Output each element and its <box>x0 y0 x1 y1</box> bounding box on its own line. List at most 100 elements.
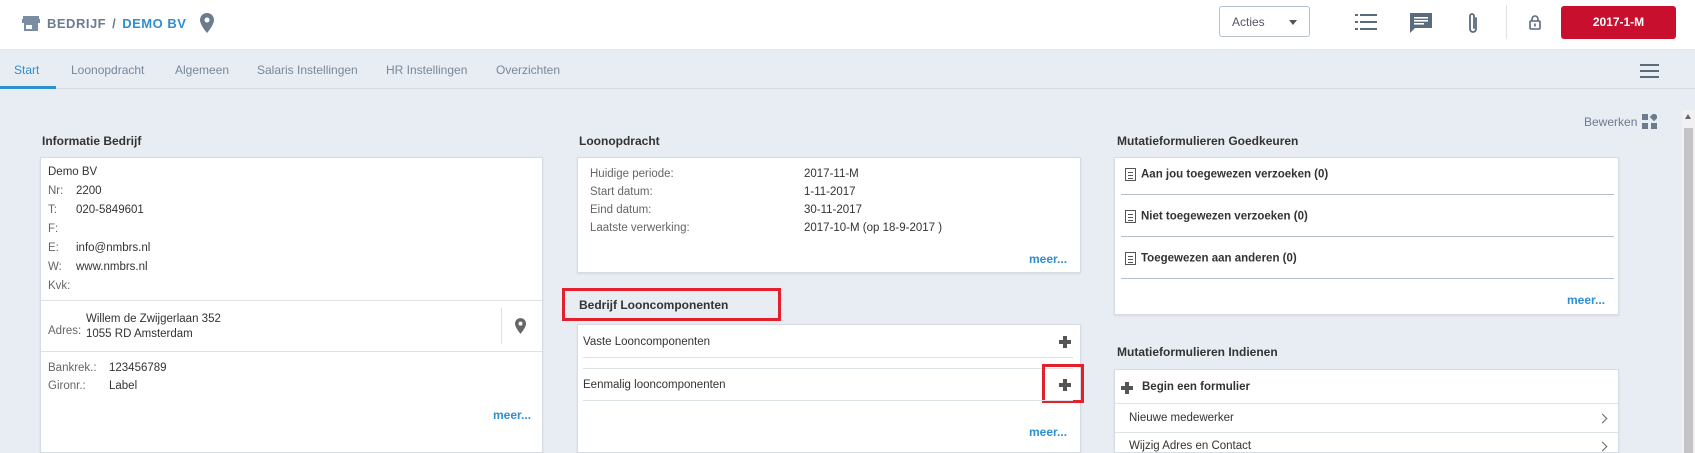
add-vaste-looncomponent-icon[interactable] <box>1059 336 1071 348</box>
tab-loonopdracht[interactable]: Loonopdracht <box>71 63 144 77</box>
dashboard: Bewerken Informatie Bedrijf Demo BV Nr: … <box>0 90 1695 453</box>
document-icon <box>1125 252 1136 265</box>
eind-datum-value: 30-11-2017 <box>804 204 862 216</box>
divider <box>1121 194 1614 195</box>
scroll-up-arrow-icon[interactable] <box>1685 114 1691 119</box>
tab-bar: Start Loonopdracht Algemeen Salaris Inst… <box>0 51 1695 89</box>
tab-salaris-instellingen[interactable]: Salaris Instellingen <box>257 63 358 77</box>
acties-label: Acties <box>1232 15 1265 29</box>
vaste-looncomponenten-label: Vaste Looncomponenten <box>583 336 711 348</box>
bedrijf-title: Informatie Bedrijf <box>42 134 142 148</box>
kvk-label: Kvk: <box>48 280 71 292</box>
adres-line2: 1055 RD Amsterdam <box>86 328 193 340</box>
loonopdracht-title: Loonopdracht <box>579 134 660 148</box>
goedkeuren-item-3[interactable]: Toegewezen aan anderen (0) <box>1125 252 1297 265</box>
giro-value: Label <box>109 380 138 392</box>
huidige-periode-value: 2017-11-M <box>804 168 859 180</box>
website-value[interactable]: www.nmbrs.nl <box>76 261 148 273</box>
divider <box>41 300 542 301</box>
location-pin-icon[interactable] <box>515 318 526 334</box>
bedrijf-meer-link[interactable]: meer... <box>493 408 531 422</box>
nieuwe-medewerker-link[interactable]: Nieuwe medewerker <box>1129 412 1234 424</box>
tab-hr-instellingen[interactable]: HR Instellingen <box>386 63 467 77</box>
laatste-verwerking-label: Laatste verwerking: <box>590 222 690 234</box>
fax-label: F: <box>48 223 59 235</box>
phone-label: T: <box>48 204 57 216</box>
website-label: W: <box>48 261 62 273</box>
eenmalig-looncomponenten-label: Eenmalig looncomponenten <box>583 379 726 391</box>
loonopdracht-card: Huidige periode: 2017-11-M Start datum: … <box>577 157 1081 273</box>
looncomponenten-card: Vaste Looncomponenten Eenmalig looncompo… <box>577 324 1084 453</box>
adres-line1: Willem de Zwijgerlaan 352 <box>86 313 221 325</box>
bank-value: 123456789 <box>109 362 167 374</box>
giro-label: Gironr.: <box>48 380 86 392</box>
start-datum-label: Start datum: <box>590 186 653 198</box>
wijzig-adres-link[interactable]: Wijzig Adres en Contact <box>1129 440 1251 452</box>
indienen-card: Begin een formulier Nieuwe medewerker Wi… <box>1114 369 1619 453</box>
indienen-title: Mutatieformulieren Indienen <box>1117 345 1278 359</box>
top-bar: BEDRIJF / DEMO BV Acties 2017-1-M <box>0 0 1695 50</box>
edit-dashboard-button[interactable]: Bewerken <box>1584 114 1658 129</box>
header-divider <box>1506 5 1507 39</box>
adres-label: Adres: <box>48 325 82 337</box>
email-value[interactable]: info@nmbrs.nl <box>76 242 150 254</box>
divider <box>583 368 1073 369</box>
chat-icon[interactable] <box>1410 13 1432 33</box>
document-icon <box>1125 210 1136 223</box>
bedrijf-card: Demo BV Nr: 2200 T: 020-5849601 F: E: in… <box>40 157 543 453</box>
email-label: E: <box>48 242 59 254</box>
divider <box>41 351 542 352</box>
add-eenmalig-looncomponent-icon[interactable] <box>1059 379 1071 391</box>
document-icon <box>1125 168 1136 181</box>
huidige-periode-label: Huidige periode: <box>590 168 674 180</box>
lock-icon[interactable] <box>1529 15 1541 30</box>
start-datum-value: 1-11-2017 <box>804 186 856 198</box>
goedkeuren-meer-link[interactable]: meer... <box>1567 293 1605 307</box>
tab-start[interactable]: Start <box>14 63 39 77</box>
bank-label: Bankrek.: <box>48 362 97 374</box>
looncomponenten-title: Bedrijf Looncomponenten <box>579 298 729 312</box>
goedkeuren-item-1[interactable]: Aan jou toegewezen verzoeken (0) <box>1125 168 1328 181</box>
breadcrumb-separator: / <box>112 15 117 31</box>
begin-formulier-link[interactable]: Begin een formulier <box>1142 381 1250 393</box>
active-tab-indicator <box>0 86 56 89</box>
chevron-down-icon <box>1289 20 1297 25</box>
looncomponenten-meer-link[interactable]: meer... <box>1029 425 1067 439</box>
list-icon[interactable] <box>1355 14 1377 30</box>
divider <box>1121 278 1614 279</box>
divider <box>1121 236 1614 237</box>
plus-icon <box>1121 382 1133 394</box>
goedkeuren-card: Aan jou toegewezen verzoeken (0) Niet to… <box>1114 157 1619 315</box>
goedkeuren-item-2[interactable]: Niet toegewezen verzoeken (0) <box>1125 210 1308 223</box>
loonopdracht-meer-link[interactable]: meer... <box>1029 252 1067 266</box>
divider <box>1115 432 1618 433</box>
divider <box>583 357 1073 358</box>
company-name: Demo BV <box>48 166 98 178</box>
widgets-icon <box>1642 114 1658 129</box>
nr-label: Nr: <box>48 185 64 197</box>
paperclip-icon[interactable] <box>1466 12 1480 36</box>
breadcrumb: BEDRIJF / DEMO BV <box>22 13 215 33</box>
goedkeuren-item-label: Niet toegewezen verzoeken (0) <box>1141 210 1308 223</box>
hamburger-menu-icon[interactable] <box>1640 64 1659 82</box>
divider <box>1115 403 1618 404</box>
eind-datum-label: Eind datum: <box>590 204 652 216</box>
vertical-scrollbar[interactable] <box>1682 110 1695 453</box>
scrollbar-thumb[interactable] <box>1684 128 1693 453</box>
chevron-right-icon <box>1597 441 1608 452</box>
goedkeuren-item-label: Aan jou toegewezen verzoeken (0) <box>1141 168 1329 181</box>
period-button[interactable]: 2017-1-M <box>1561 6 1676 39</box>
tab-algemeen[interactable]: Algemeen <box>175 63 229 77</box>
nr-value: 2200 <box>76 185 102 197</box>
location-pin-icon[interactable] <box>200 13 215 33</box>
edit-label: Bewerken <box>1584 114 1638 129</box>
laatste-verwerking-value: 2017-10-M (op 18-9-2017 ) <box>804 222 943 234</box>
divider <box>583 400 1073 401</box>
phone-value: 020-5849601 <box>76 204 144 216</box>
breadcrumb-company[interactable]: DEMO BV <box>122 16 186 31</box>
adres-divider <box>501 308 502 344</box>
tab-overzichten[interactable]: Overzichten <box>496 63 560 77</box>
acties-dropdown[interactable]: Acties <box>1219 6 1310 37</box>
breadcrumb-root[interactable]: BEDRIJF <box>47 16 106 31</box>
goedkeuren-title: Mutatieformulieren Goedkeuren <box>1117 134 1299 148</box>
